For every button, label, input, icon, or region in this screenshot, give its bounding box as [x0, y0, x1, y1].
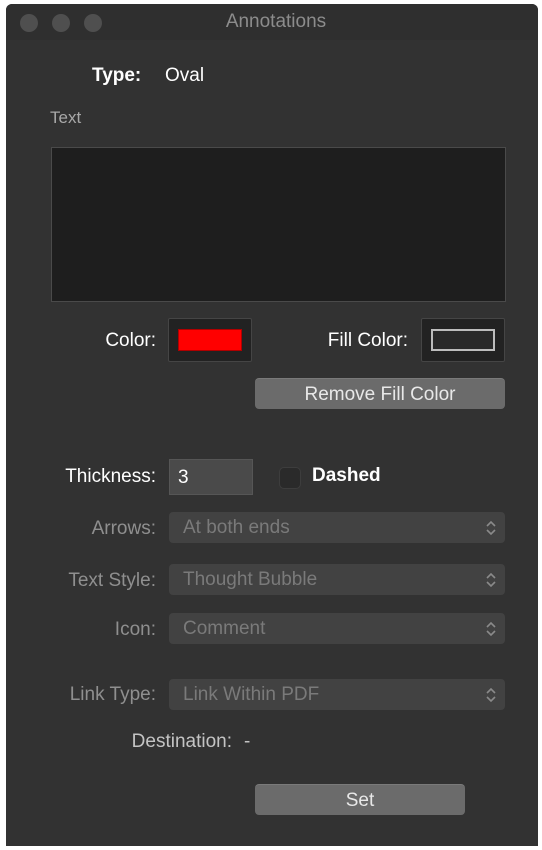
annotations-window: Annotations Type: Oval Text Color: Fill …	[6, 4, 538, 846]
arrows-value: At both ends	[183, 517, 290, 538]
color-label: Color:	[105, 330, 156, 351]
destination-label: Destination:	[131, 731, 232, 752]
icon-value: Comment	[183, 618, 266, 639]
type-value: Oval	[165, 65, 205, 86]
chevron-up-down-icon	[486, 520, 496, 536]
text-style-label: Text Style:	[68, 570, 156, 591]
fill-color-label: Fill Color:	[327, 330, 408, 351]
text-style-popup[interactable]: Thought Bubble	[169, 564, 505, 595]
icon-label: Icon:	[114, 619, 156, 640]
chevron-up-down-icon	[486, 687, 496, 703]
text-label: Text	[50, 108, 82, 127]
chevron-up-down-icon	[486, 572, 496, 588]
remove-fill-color-button[interactable]: Remove Fill Color	[255, 378, 505, 409]
fill-color-well[interactable]	[421, 318, 505, 362]
window-title: Annotations	[225, 11, 327, 32]
type-label: Type:	[92, 65, 142, 86]
link-type-label: Link Type:	[69, 684, 156, 705]
icon-popup[interactable]: Comment	[169, 613, 505, 644]
dashed-checkbox[interactable]	[279, 467, 301, 489]
color-well[interactable]	[168, 318, 252, 362]
link-type-popup[interactable]: Link Within PDF	[169, 679, 505, 710]
dashed-label: Dashed	[312, 465, 381, 486]
chevron-up-down-icon	[486, 621, 496, 637]
arrows-label: Arrows:	[91, 518, 156, 539]
arrows-popup[interactable]: At both ends	[169, 512, 505, 543]
fill-color-swatch	[431, 329, 495, 351]
thickness-label: Thickness:	[65, 466, 156, 487]
text-style-value: Thought Bubble	[183, 569, 318, 590]
annotation-text-area[interactable]	[51, 147, 506, 302]
link-type-value: Link Within PDF	[183, 684, 320, 705]
color-swatch	[178, 329, 242, 351]
destination-value: -	[244, 731, 251, 752]
set-button[interactable]: Set	[255, 784, 465, 815]
thickness-input[interactable]: 3	[169, 459, 253, 495]
title-bar: Annotations	[6, 4, 538, 40]
